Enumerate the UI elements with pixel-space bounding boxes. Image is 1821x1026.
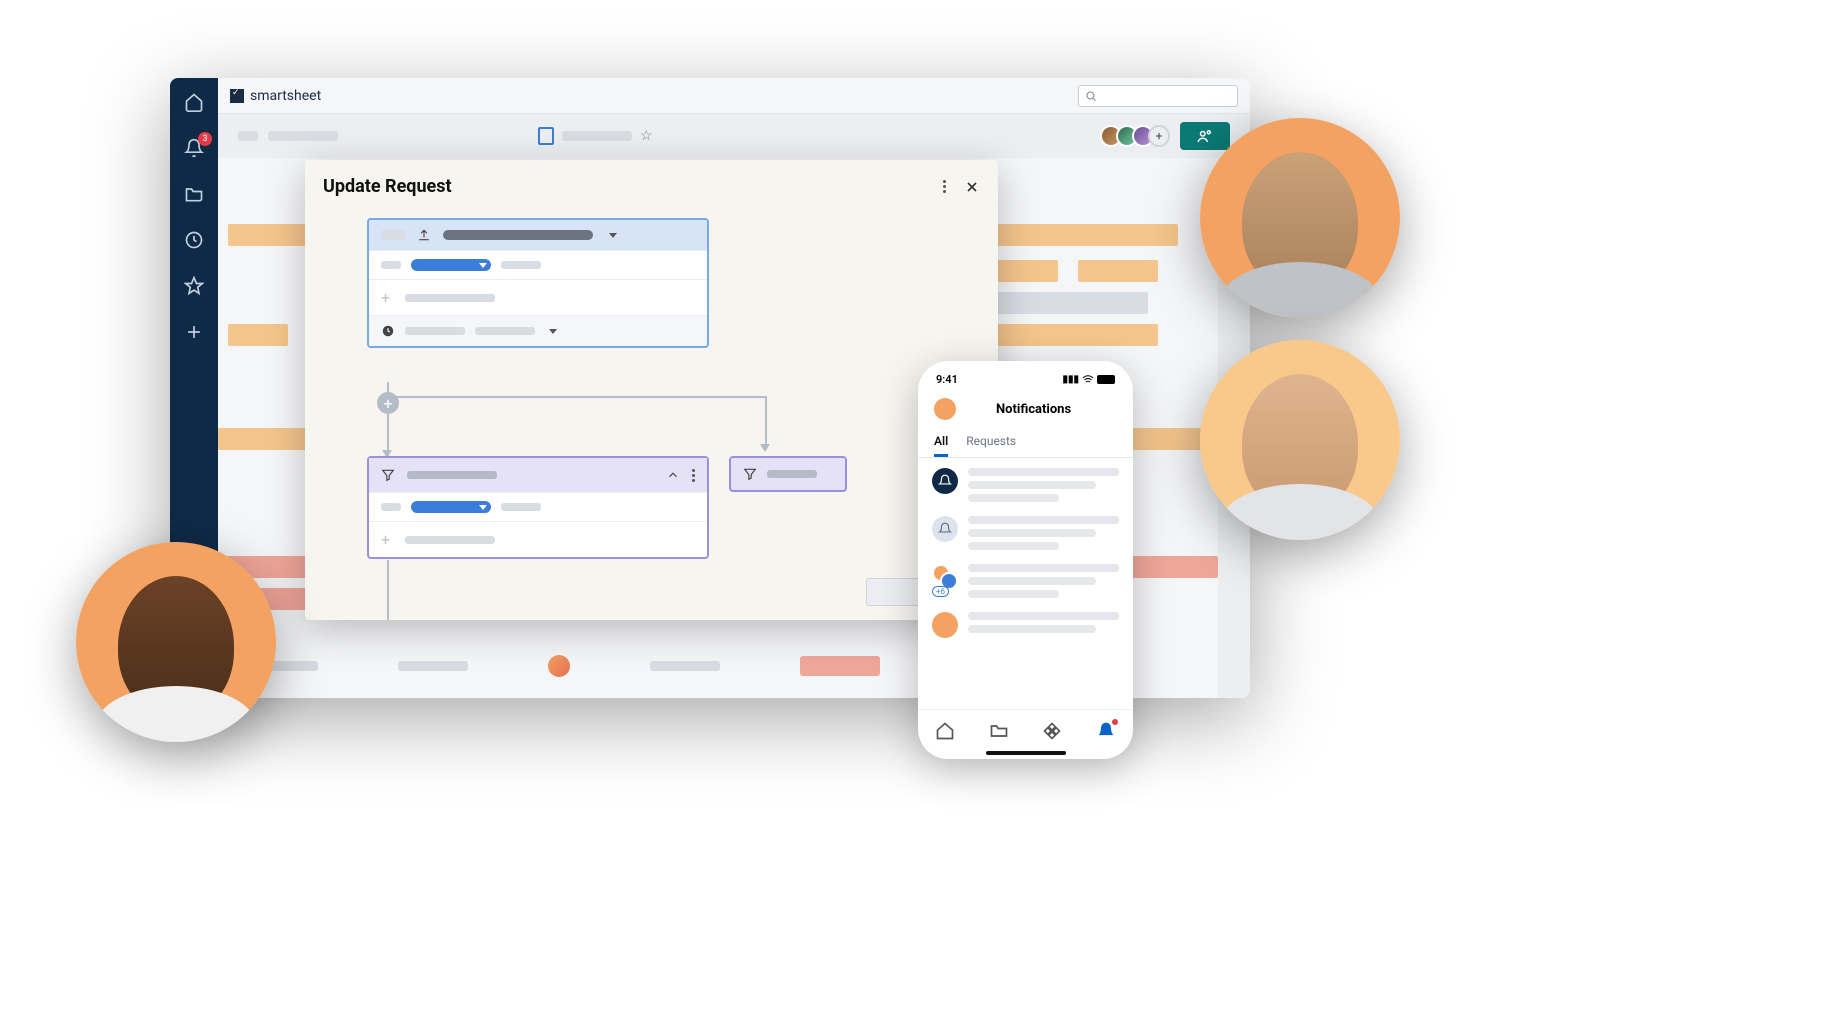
label-skel xyxy=(501,261,541,269)
persona-avatar xyxy=(76,542,276,742)
document-tab[interactable]: ☆ xyxy=(538,127,653,145)
trigger-card[interactable]: + xyxy=(367,218,709,348)
notification-list[interactable]: +6 xyxy=(918,458,1133,648)
modal-footer xyxy=(305,578,998,606)
label-skel xyxy=(405,536,495,544)
condition-label-skel xyxy=(407,471,497,479)
persona-avatar xyxy=(1200,118,1400,318)
nav-favorite-icon[interactable] xyxy=(182,274,206,298)
star-icon[interactable]: ☆ xyxy=(640,128,653,144)
nav-folder-icon[interactable] xyxy=(182,182,206,206)
close-icon[interactable] xyxy=(964,179,980,195)
search-input[interactable] xyxy=(1078,85,1238,107)
label-skel xyxy=(501,503,541,511)
connector xyxy=(765,396,767,450)
connector xyxy=(387,396,767,398)
grip-icon[interactable] xyxy=(381,230,405,240)
assignee-avatar[interactable] xyxy=(548,655,570,677)
phone-apps-icon[interactable] xyxy=(1042,721,1062,745)
card-menu-icon[interactable] xyxy=(692,469,695,482)
nav-bell-icon[interactable]: 3 xyxy=(182,136,206,160)
phone-signal-icons: ▮▮▮ xyxy=(1062,373,1115,386)
trigger-dropdown[interactable] xyxy=(443,230,593,240)
home-indicator xyxy=(986,751,1066,755)
status-skel xyxy=(650,661,720,671)
nav-home-icon[interactable] xyxy=(182,90,206,114)
condition-label-skel xyxy=(767,470,817,478)
breadcrumb-skel xyxy=(268,131,338,141)
clock-icon xyxy=(381,324,395,338)
nav-recent-icon[interactable] xyxy=(182,228,206,252)
add-condition-icon[interactable]: + xyxy=(381,530,395,549)
phone-title: Notifications xyxy=(996,402,1071,417)
nav-add-icon[interactable] xyxy=(182,320,206,344)
search-icon xyxy=(1085,90,1097,102)
brand-name: smartsheet xyxy=(250,88,321,104)
label-skel xyxy=(381,261,401,269)
upload-icon xyxy=(417,228,431,242)
badge-dot xyxy=(1112,719,1118,725)
phone-folder-icon[interactable] xyxy=(989,721,1009,745)
brand: smartsheet xyxy=(230,88,321,104)
gantt-bar[interactable] xyxy=(988,292,1148,314)
schedule-skel xyxy=(405,327,465,335)
gantt-bar[interactable] xyxy=(978,324,1158,346)
modal-menu-icon[interactable] xyxy=(943,180,946,193)
schedule-dropdown[interactable] xyxy=(475,327,535,335)
phone-home-icon[interactable] xyxy=(935,721,955,745)
update-request-modal: Update Request + xyxy=(305,160,998,620)
filter-icon xyxy=(743,467,757,481)
label-skel xyxy=(381,503,401,511)
brand-mark-icon xyxy=(230,89,244,103)
gantt-bar[interactable] xyxy=(978,224,1178,246)
phone-status-bar: 9:41 ▮▮▮ xyxy=(918,373,1133,386)
status-skel xyxy=(398,661,468,671)
avatar-more[interactable]: + xyxy=(1148,125,1170,147)
tab-all[interactable]: All xyxy=(934,428,948,457)
sheet-icon xyxy=(538,127,554,145)
status-pill[interactable] xyxy=(800,656,880,676)
breadcrumb-skel xyxy=(238,131,258,141)
chevron-down-icon xyxy=(549,329,557,334)
sub-header: ☆ + xyxy=(218,114,1250,158)
phone-time: 9:41 xyxy=(936,373,958,386)
bell-icon xyxy=(932,468,958,494)
add-condition-icon[interactable]: + xyxy=(381,288,395,307)
notification-item[interactable]: +6 xyxy=(932,564,1119,598)
tab-requests[interactable]: Requests xyxy=(966,428,1016,457)
persona-avatar xyxy=(1200,340,1400,540)
profile-avatar[interactable] xyxy=(934,398,956,420)
nav-badge: 3 xyxy=(198,132,212,146)
modal-title: Update Request xyxy=(323,176,452,197)
phone-nav xyxy=(918,709,1133,749)
label-skel xyxy=(405,294,495,302)
avatar-stack[interactable]: + xyxy=(1100,125,1170,147)
condition-card[interactable]: + xyxy=(367,456,709,559)
gantt-bar[interactable] xyxy=(1078,260,1158,282)
bell-icon xyxy=(932,516,958,542)
top-bar: smartsheet xyxy=(218,78,1250,114)
condition-card-collapsed[interactable] xyxy=(729,456,847,492)
chevron-up-icon[interactable] xyxy=(666,468,680,482)
doc-title-skel xyxy=(562,131,632,141)
phone-notifications-icon[interactable] xyxy=(1096,721,1116,745)
filter-icon xyxy=(381,468,395,482)
arrow-icon xyxy=(760,444,770,452)
phone-tabs: All Requests xyxy=(918,428,1133,458)
gantt-bar[interactable] xyxy=(988,260,1058,282)
avatar xyxy=(932,612,958,638)
notification-item[interactable] xyxy=(932,612,1119,638)
condition-chip[interactable] xyxy=(411,259,491,271)
stacked-avatars: +6 xyxy=(932,564,958,598)
chevron-down-icon xyxy=(609,233,617,238)
more-count-badge: +6 xyxy=(932,586,949,597)
notification-item[interactable] xyxy=(932,468,1119,502)
modal-header: Update Request xyxy=(305,160,998,213)
condition-chip[interactable] xyxy=(411,501,491,513)
notification-item[interactable] xyxy=(932,516,1119,550)
mobile-preview: 9:41 ▮▮▮ Notifications All Requests +6 xyxy=(918,361,1133,759)
gantt-bar[interactable] xyxy=(228,324,288,346)
